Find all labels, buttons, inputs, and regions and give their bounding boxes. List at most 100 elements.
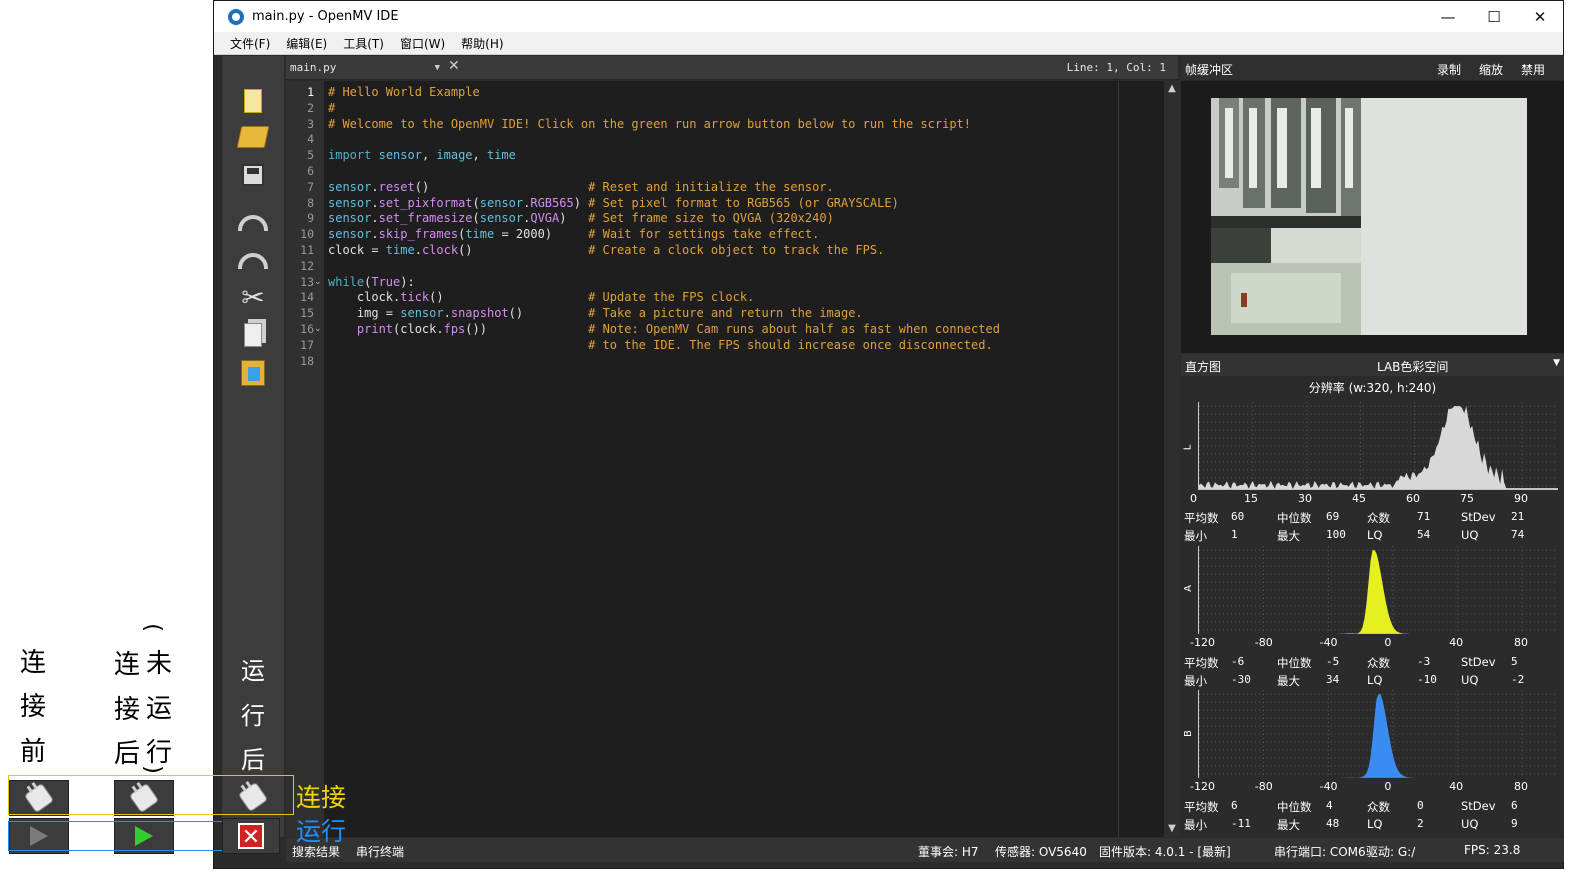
sensor-info: 传感器: OV5640 [995, 845, 1087, 859]
stat-value: 5 [1511, 655, 1518, 668]
status-bar: 搜索结果 串行终端 董事会: H7 传感器: OV5640 固件版本: 4.0.… [286, 838, 1564, 862]
record-button[interactable]: 录制 [1437, 61, 1461, 78]
stat-value: 71 [1417, 510, 1431, 523]
line-number: 16 [300, 322, 314, 336]
new-file-button[interactable] [236, 86, 270, 116]
redo-button[interactable] [236, 246, 270, 276]
axis-tick-label: -120 [1190, 636, 1215, 649]
stat-label: UQ [1461, 673, 1479, 687]
code-line: # Welcome to the OpenMV IDE! Click on th… [328, 116, 971, 131]
channel-a-label: A [1182, 585, 1194, 592]
axis-tick-label: 0 [1384, 780, 1392, 793]
undo-button[interactable] [236, 208, 270, 238]
cut-button[interactable]: ✂ [236, 280, 270, 314]
stat-label: 最大 [1277, 674, 1300, 688]
histogram-title: 直方图 [1185, 360, 1222, 374]
serial-terminal-tab[interactable]: 串行终端 [356, 843, 404, 860]
code-editor[interactable]: # Hello World Example # # Welcome to the O… [324, 81, 1164, 837]
histogram-a-plot [1198, 546, 1558, 634]
stat-label: StDev [1461, 510, 1496, 524]
line-number: 14 [300, 290, 314, 305]
histogram-l-plot [1198, 402, 1558, 490]
stat-label: 平均数 [1184, 511, 1219, 525]
line-number: 7 [307, 179, 314, 194]
copy-button[interactable] [236, 320, 270, 350]
paste-button[interactable] [236, 358, 270, 388]
close-file-icon[interactable]: ✕ [448, 58, 460, 74]
stat-value: -2 [1511, 673, 1525, 686]
stat-label: 最小 [1184, 818, 1207, 832]
line-number: 1 [307, 85, 314, 99]
stat-value: 0 [1417, 799, 1424, 812]
line-number: 3 [307, 116, 314, 131]
line-number: 6 [307, 164, 314, 178]
minimize-button[interactable]: — [1425, 1, 1471, 32]
code-line: clock = time.clock() # Create a clock ob… [328, 243, 885, 257]
close-window-button[interactable]: ✕ [1517, 1, 1563, 32]
file-selector[interactable]: main.py ▼ [288, 59, 444, 77]
menu-edit[interactable]: 编辑(E) [286, 35, 327, 52]
stat-value: 2 [1417, 817, 1424, 830]
disable-button[interactable]: 禁用 [1521, 61, 1545, 78]
axis-tick-label: 0 [1190, 492, 1197, 505]
fold-chevron-icon[interactable]: ⌄ [314, 324, 322, 334]
stat-label: UQ [1461, 817, 1479, 831]
line-number: 9 [307, 211, 314, 226]
zoom-button[interactable]: 缩放 [1479, 61, 1503, 78]
open-file-button[interactable] [236, 122, 270, 152]
code-line: import sensor, image, time [328, 148, 516, 163]
colorspace-select[interactable]: LAB色彩空间 [1377, 358, 1448, 375]
editor-scrollbar[interactable]: ▲ ▼ [1164, 81, 1180, 837]
stat-value: 9 [1511, 817, 1518, 830]
fold-chevron-icon[interactable]: ⌄ [314, 277, 322, 287]
frame-buffer-view [1181, 81, 1564, 353]
axis-tick-label: -40 [1319, 636, 1338, 649]
code-line: while(True): [328, 274, 415, 289]
stat-value: -30 [1231, 673, 1251, 686]
axis-tick-label: 80 [1514, 780, 1528, 793]
menu-file[interactable]: 文件(F) [230, 35, 270, 52]
run-label-1: 运 [241, 657, 265, 685]
stat-label: 最小 [1184, 529, 1207, 543]
undo-icon [238, 215, 268, 231]
line-number: 12 [300, 258, 314, 273]
axis-tick-label: -120 [1190, 780, 1215, 793]
scroll-down-icon[interactable]: ▼ [1166, 823, 1178, 835]
line-number: 15 [300, 306, 314, 321]
stat-value: 48 [1326, 817, 1340, 830]
chevron-down-icon[interactable]: ▼ [1553, 358, 1560, 368]
code-line: sensor.set_pixformat(sensor.RGB565) # Se… [328, 195, 899, 210]
axis-tick-label: -40 [1319, 780, 1338, 793]
menu-tools[interactable]: 工具(T) [343, 35, 384, 52]
stat-value: -6 [1231, 655, 1245, 668]
connect-highlight-box [8, 775, 294, 815]
cursor-position: Line: 1, Col: 1 [1066, 61, 1166, 74]
axis-tick-label: 45 [1352, 492, 1366, 505]
axis-tick-label: 60 [1406, 492, 1420, 505]
stat-value: 1 [1231, 528, 1238, 541]
cut-icon: ✂ [241, 280, 265, 314]
stat-value: 34 [1326, 673, 1340, 686]
stat-value: 6 [1511, 799, 1518, 812]
redo-icon [238, 253, 268, 269]
new-file-icon [244, 89, 262, 113]
save-button[interactable] [236, 160, 270, 190]
stat-value: -11 [1231, 817, 1251, 830]
menu-help[interactable]: 帮助(H) [461, 35, 503, 52]
channel-l-label: L [1182, 444, 1194, 451]
left-toolbar: ✂ 运 行 后 ✕ [222, 56, 284, 840]
board-info: 董事会: H7 [918, 845, 979, 859]
menu-window[interactable]: 窗口(W) [400, 35, 445, 52]
copy-icon [244, 323, 262, 347]
stat-value: 60 [1231, 510, 1245, 523]
histogram-panel: 分辨率 (w:320, h:240) L A B 0 15 30 45 60 75 90 平均… [1181, 376, 1564, 837]
firmware-info[interactable]: 固件版本: 4.0.1 - [最新] [1099, 843, 1231, 860]
openmv-app-icon [228, 8, 244, 25]
stop-button-after[interactable]: ✕ [222, 818, 280, 854]
frame-buffer-header: 帧缓冲区 录制 缩放 禁用 [1181, 56, 1564, 80]
stat-label: 中位数 [1277, 511, 1312, 525]
stat-label: 中位数 [1277, 800, 1312, 814]
axis-tick-label: 40 [1449, 780, 1464, 793]
maximize-button[interactable]: ☐ [1471, 1, 1517, 32]
scroll-up-icon[interactable]: ▲ [1166, 83, 1178, 95]
